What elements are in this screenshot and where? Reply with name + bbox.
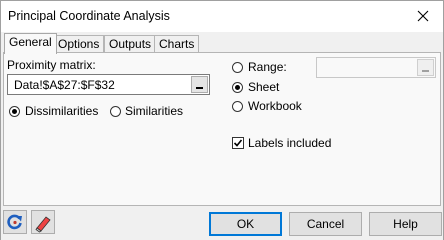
checkmark-icon (233, 139, 243, 147)
button-bar: OK Cancel Help (1, 207, 443, 240)
workbook-radio[interactable] (232, 101, 243, 112)
labels-included-checkbox[interactable] (232, 137, 244, 149)
tab-general[interactable]: General (4, 33, 57, 54)
tab-outputs[interactable]: Outputs (104, 35, 157, 53)
range-field[interactable] (316, 57, 436, 78)
labels-included-label: Labels included (248, 136, 332, 150)
dialog-window: Principal Coordinate Analysis General Op… (0, 0, 444, 240)
dissimilarities-label: Dissimilarities (25, 104, 99, 118)
sheet-label: Sheet (248, 80, 280, 94)
close-button[interactable] (413, 6, 433, 26)
tab-label: Charts (159, 37, 195, 51)
radio-selected-dot (12, 109, 17, 114)
tab-options[interactable]: Options (53, 35, 105, 53)
ok-button[interactable]: OK (209, 212, 282, 236)
general-panel: Proximity matrix: Data!$A$27:$F$32 Dissi… (3, 52, 441, 206)
eraser-icon (35, 216, 51, 233)
tab-label: Outputs (109, 37, 152, 51)
title-bar: Principal Coordinate Analysis (1, 1, 443, 32)
proximity-matrix-field[interactable]: Data!$A$27:$F$32 (7, 74, 210, 95)
proximity-matrix-value: Data!$A$27:$F$32 (14, 78, 115, 92)
help-button[interactable]: Help (369, 212, 442, 236)
range-label: Range: (248, 60, 287, 74)
select-range-icon (422, 70, 429, 72)
range-radio[interactable] (232, 62, 243, 73)
radio-selected-dot (235, 85, 240, 90)
range-select-button[interactable] (417, 59, 434, 76)
sheet-radio[interactable] (232, 82, 243, 93)
tab-label: Options (58, 37, 100, 51)
select-range-icon (196, 87, 203, 89)
reset-icon (7, 214, 22, 230)
close-icon (417, 10, 429, 22)
reset-button[interactable] (3, 210, 27, 234)
similarities-label: Similarities (125, 104, 184, 118)
tab-label: General (9, 35, 52, 49)
proximity-matrix-label: Proximity matrix: (7, 58, 96, 72)
similarities-radio[interactable] (110, 106, 121, 117)
window-title: Principal Coordinate Analysis (8, 9, 170, 23)
workbook-label: Workbook (248, 99, 302, 113)
dissimilarities-radio[interactable] (9, 106, 20, 117)
cancel-button[interactable]: Cancel (289, 212, 362, 236)
proximity-select-button[interactable] (191, 76, 208, 93)
eraser-button[interactable] (31, 210, 55, 234)
tab-charts[interactable]: Charts (154, 35, 200, 53)
